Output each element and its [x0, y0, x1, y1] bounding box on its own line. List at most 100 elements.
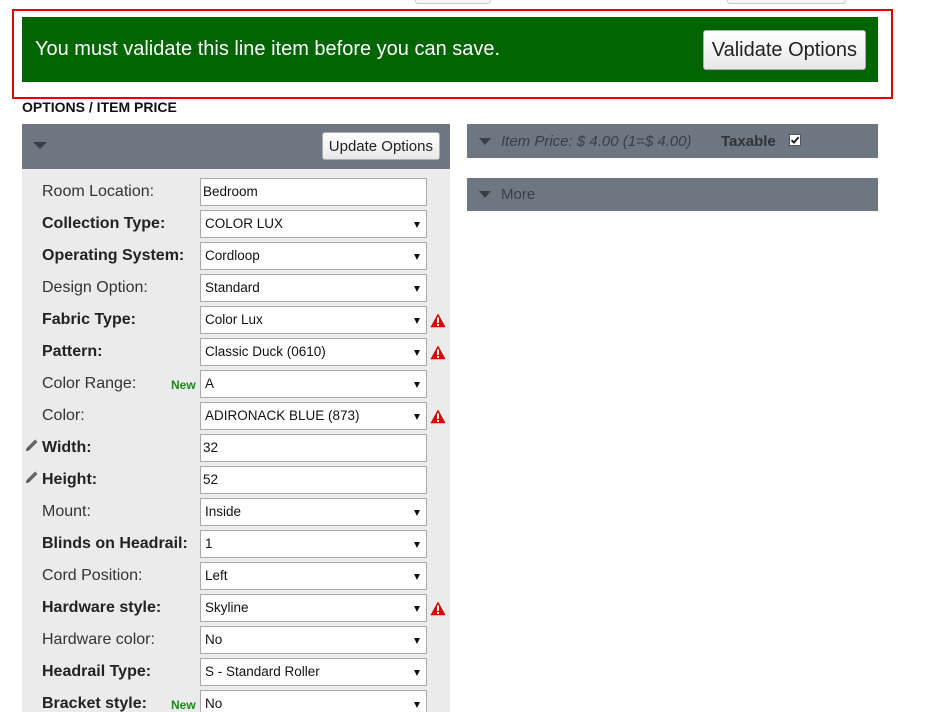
option-row: Design Option: Standard: [22, 271, 450, 303]
warning-icon: [430, 409, 446, 424]
option-value: No: [205, 696, 223, 711]
expand-arrow-icon[interactable]: [479, 191, 491, 198]
taxable-label: Taxable: [721, 133, 776, 150]
warning-icon: [430, 345, 446, 360]
option-value: COLOR LUX: [205, 216, 284, 231]
option-select[interactable]: Left: [200, 562, 427, 590]
option-label: Collection Type:: [42, 215, 166, 232]
option-row: Fabric Type: Color Lux: [22, 303, 450, 335]
option-row: Height: 52: [22, 463, 450, 495]
warning-icon: [430, 601, 446, 616]
dropdown-arrow-icon: [414, 670, 420, 676]
option-label: Design Option:: [42, 279, 148, 296]
option-text-input[interactable]: Bedroom: [200, 178, 427, 206]
option-row: Hardware color: No: [22, 623, 450, 655]
option-text-input[interactable]: 32: [200, 434, 427, 462]
item-price-bar[interactable]: Item Price: $ 4.00 (1=$ 4.00) Taxable: [467, 124, 878, 158]
collapse-arrow-icon[interactable]: [33, 142, 47, 149]
option-row: Color Range: New A: [22, 367, 450, 399]
option-label: Blinds on Headrail:: [42, 535, 188, 552]
checkmark-icon: [790, 136, 800, 144]
more-bar[interactable]: More: [467, 178, 878, 211]
option-select[interactable]: Cordloop: [200, 242, 427, 270]
option-select[interactable]: No: [200, 690, 427, 712]
new-badge: New: [171, 378, 196, 392]
option-label: Cord Position:: [42, 567, 143, 584]
option-label: Width:: [42, 439, 92, 456]
dropdown-arrow-icon: [414, 286, 420, 292]
option-label: Headrail Type:: [42, 663, 152, 680]
option-value: No: [205, 632, 223, 647]
dropdown-arrow-icon: [414, 318, 420, 324]
options-panel-header: Update Options: [22, 124, 450, 169]
option-value: Bedroom: [203, 184, 258, 199]
warning-icon: [430, 313, 446, 328]
option-value: Left: [205, 568, 228, 583]
option-row: Width: 32: [22, 431, 450, 463]
option-value: 52: [203, 472, 219, 487]
validate-options-button[interactable]: Validate Options: [702, 30, 866, 70]
option-label: Color:: [42, 407, 85, 424]
option-select[interactable]: Color Lux: [200, 306, 427, 334]
option-label: Hardware style:: [42, 599, 162, 616]
dropdown-arrow-icon: [414, 382, 420, 388]
option-value: Color Lux: [205, 312, 263, 327]
more-label: More: [501, 186, 536, 203]
option-label: Bracket style:: [42, 695, 147, 712]
option-select[interactable]: Classic Duck (0610): [200, 338, 427, 366]
option-row: Bracket style: New No: [22, 687, 450, 712]
option-text-input[interactable]: 52: [200, 466, 427, 494]
taxable-checkbox[interactable]: [789, 134, 801, 146]
option-label: Room Location:: [42, 183, 155, 200]
options-panel: Update Options Room Location: Bedroom Coll…: [22, 124, 450, 712]
option-value: ADIRONACK BLUE (873): [205, 408, 360, 423]
option-select[interactable]: Standard: [200, 274, 427, 302]
option-value: S - Standard Roller: [205, 664, 320, 679]
option-value: 1: [205, 536, 213, 551]
option-value: Classic Duck (0610): [205, 344, 326, 359]
option-select[interactable]: A: [200, 370, 427, 398]
option-label: Hardware color:: [42, 631, 155, 648]
option-select[interactable]: S - Standard Roller: [200, 658, 427, 686]
option-row: Operating System: Cordloop: [22, 239, 450, 271]
dropdown-arrow-icon: [414, 510, 420, 516]
option-row: Mount: Inside: [22, 495, 450, 527]
option-label: Height:: [42, 471, 98, 488]
option-value: Cordloop: [205, 248, 260, 263]
dropdown-arrow-icon: [414, 638, 420, 644]
dropdown-arrow-icon: [414, 414, 420, 420]
option-select[interactable]: ADIRONACK BLUE (873): [200, 402, 427, 430]
option-label: Fabric Type:: [42, 311, 136, 328]
option-select[interactable]: Inside: [200, 498, 427, 526]
dropdown-arrow-icon: [414, 254, 420, 260]
option-label: Operating System:: [42, 247, 185, 264]
dropdown-arrow-icon: [414, 702, 420, 708]
option-value: Inside: [205, 504, 242, 519]
section-title: OPTIONS / ITEM PRICE: [22, 99, 177, 115]
option-row: Blinds on Headrail: 1: [22, 527, 450, 559]
option-label: Mount:: [42, 503, 91, 520]
dropdown-arrow-icon: [414, 574, 420, 580]
option-select[interactable]: No: [200, 626, 427, 654]
new-badge: New: [171, 698, 196, 712]
pencil-icon: [26, 471, 38, 483]
option-select[interactable]: Skyline: [200, 594, 427, 622]
option-row: Room Location: Bedroom: [22, 175, 450, 207]
option-value: A: [205, 376, 215, 391]
dropdown-arrow-icon: [414, 542, 420, 548]
option-label: Pattern:: [42, 343, 103, 360]
option-row: Cord Position: Left: [22, 559, 450, 591]
option-select[interactable]: COLOR LUX: [200, 210, 427, 238]
option-row: Hardware style: Skyline: [22, 591, 450, 623]
top-control-stub-right[interactable]: [727, 0, 846, 4]
dropdown-arrow-icon: [414, 606, 420, 612]
update-options-button[interactable]: Update Options: [321, 132, 440, 160]
option-row: Pattern: Classic Duck (0610): [22, 335, 450, 367]
top-control-stub-left[interactable]: [415, 0, 491, 4]
pencil-icon: [26, 439, 38, 451]
option-value: 32: [203, 440, 219, 455]
dropdown-arrow-icon: [414, 222, 420, 228]
alert-message: You must validate this line item before …: [35, 38, 501, 60]
option-select[interactable]: 1: [200, 530, 427, 558]
collapse-arrow-icon[interactable]: [479, 138, 491, 145]
